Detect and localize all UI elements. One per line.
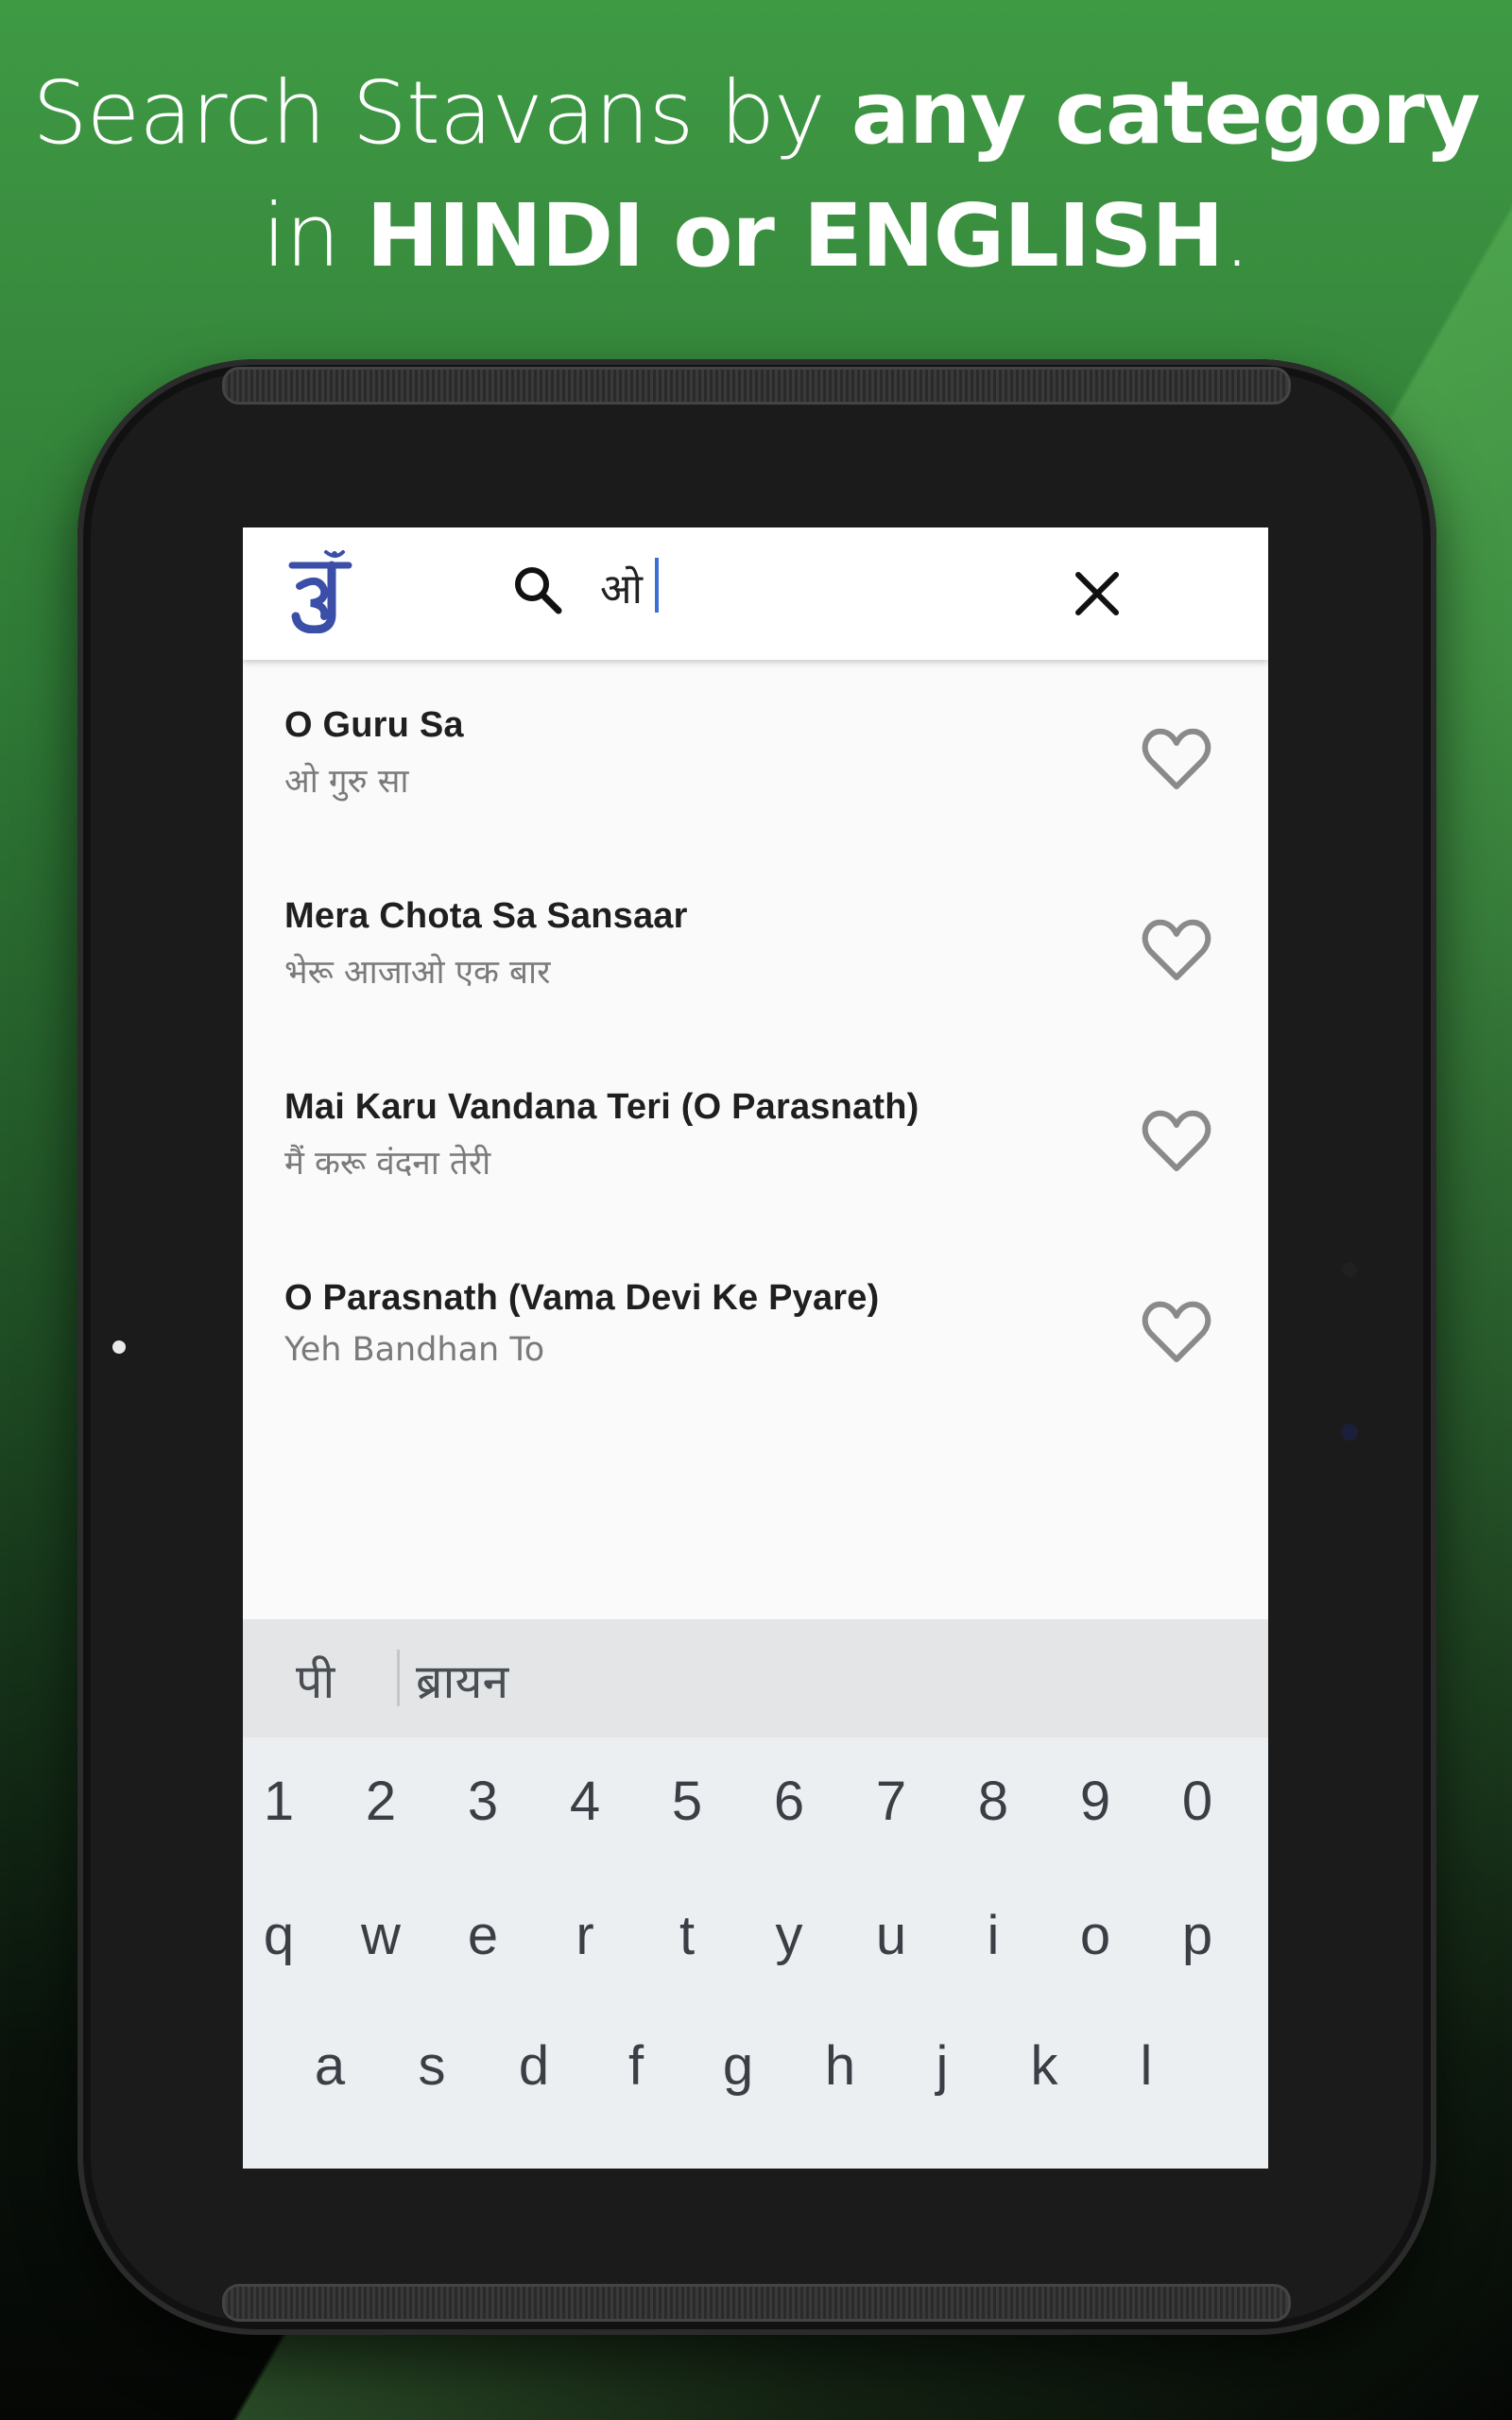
headline-line-1: Search Stavans by any category <box>0 52 1512 175</box>
key[interactable]: 6 <box>738 1745 840 1858</box>
text-cursor <box>655 558 659 613</box>
suggestion-item[interactable]: ब्रायन <box>416 1648 508 1712</box>
key[interactable]: j <box>891 2010 993 2123</box>
key[interactable]: 4 <box>534 1745 636 1858</box>
key[interactable]: i <box>942 1879 1044 1993</box>
key[interactable]: d <box>483 2010 585 2123</box>
jain-om-logo-icon <box>288 550 352 633</box>
key[interactable]: p <box>1146 1879 1248 1993</box>
key[interactable]: u <box>840 1879 942 1993</box>
key[interactable]: 3 <box>432 1745 534 1858</box>
key[interactable]: 1 <box>243 1745 330 1858</box>
key[interactable]: s <box>381 2010 483 2123</box>
stavan-title: Mera Chota Sa Sansaar <box>284 896 688 936</box>
stavan-title: Mai Karu Vandana Teri (O Parasnath) <box>284 1087 919 1127</box>
suggestion-divider <box>397 1650 400 1706</box>
keyboard-row-asdf: a s d f g h j k l <box>243 2010 1268 2123</box>
headline-text: . <box>1223 185 1250 286</box>
search-results-list: O Guru Sa ओ गुरु सा Mera Chota Sa Sansaa… <box>243 660 1268 1424</box>
key[interactable]: t <box>636 1879 738 1993</box>
key[interactable]: a <box>279 2010 381 2123</box>
headline-text: Search Stavans by <box>32 62 851 164</box>
speaker-grille-top <box>222 367 1291 405</box>
search-app-bar <box>243 527 1268 660</box>
headline-emphasis: ENGLISH <box>802 185 1224 286</box>
list-item[interactable]: O Parasnath (Vama Devi Ke Pyare) Yeh Ban… <box>243 1233 1268 1424</box>
stavan-title: O Guru Sa <box>284 705 464 745</box>
onscreen-keyboard: 1 2 3 4 5 6 7 8 9 0 q w e r t y u i o p … <box>243 1737 1268 2169</box>
key[interactable]: w <box>330 1879 432 1993</box>
heart-outline-icon[interactable] <box>1141 726 1212 792</box>
list-item[interactable]: Mera Chota Sa Sansaar भेरू आजाओ एक बार <box>243 851 1268 1042</box>
stavan-subtitle: ओ गुरु सा <box>284 763 409 801</box>
key[interactable]: 5 <box>636 1745 738 1858</box>
headline-text: or <box>644 185 803 286</box>
list-item[interactable]: Mai Karu Vandana Teri (O Parasnath) मैं … <box>243 1042 1268 1233</box>
key[interactable]: q <box>243 1879 330 1993</box>
key[interactable]: e <box>432 1879 534 1993</box>
stavan-subtitle: Yeh Bandhan To <box>284 1331 545 1369</box>
key[interactable]: 7 <box>840 1745 942 1858</box>
close-icon[interactable] <box>1065 562 1129 626</box>
camera-lens <box>1341 1424 1358 1441</box>
key[interactable]: g <box>687 2010 789 2123</box>
search-icon[interactable] <box>509 562 566 618</box>
key[interactable]: 9 <box>1044 1745 1146 1858</box>
keyboard-suggestion-bar: पी ब्रायन <box>243 1619 1268 1737</box>
keyboard-row-qwerty: q w e r t y u i o p <box>243 1879 1268 1993</box>
key[interactable]: l <box>1095 2010 1197 2123</box>
stavan-title: O Parasnath (Vama Devi Ke Pyare) <box>284 1278 880 1318</box>
key[interactable]: 8 <box>942 1745 1044 1858</box>
promo-headline: Search Stavans by any category in HINDI … <box>0 52 1512 298</box>
light-sensor <box>1342 1262 1357 1277</box>
key[interactable]: o <box>1044 1879 1146 1993</box>
key[interactable]: f <box>585 2010 687 2123</box>
headline-line-2: in HINDI or ENGLISH. <box>0 175 1512 298</box>
headline-emphasis: any category <box>850 62 1481 164</box>
key[interactable]: k <box>993 2010 1095 2123</box>
stavan-subtitle: भेरू आजाओ एक बार <box>284 954 551 992</box>
suggestion-item[interactable]: पी <box>296 1648 335 1712</box>
heart-outline-icon[interactable] <box>1141 1108 1212 1174</box>
speaker-grille-bottom <box>222 2284 1291 2322</box>
app-screen: O Guru Sa ओ गुरु सा Mera Chota Sa Sansaa… <box>243 527 1268 2169</box>
key[interactable]: y <box>738 1879 840 1993</box>
list-item[interactable]: O Guru Sa ओ गुरु सा <box>243 660 1268 851</box>
heart-outline-icon[interactable] <box>1141 1299 1212 1365</box>
key[interactable]: h <box>789 2010 891 2123</box>
front-camera-dot <box>112 1340 126 1354</box>
search-input[interactable] <box>600 554 997 620</box>
key[interactable]: 2 <box>330 1745 432 1858</box>
stavan-subtitle: मैं करू वंदना तेरी <box>284 1145 491 1183</box>
key[interactable]: r <box>534 1879 636 1993</box>
headline-text: in <box>262 185 367 286</box>
key[interactable]: 0 <box>1146 1745 1248 1858</box>
keyboard-row-numbers: 1 2 3 4 5 6 7 8 9 0 <box>243 1745 1268 1858</box>
heart-outline-icon[interactable] <box>1141 917 1212 983</box>
headline-emphasis: HINDI <box>366 185 644 286</box>
